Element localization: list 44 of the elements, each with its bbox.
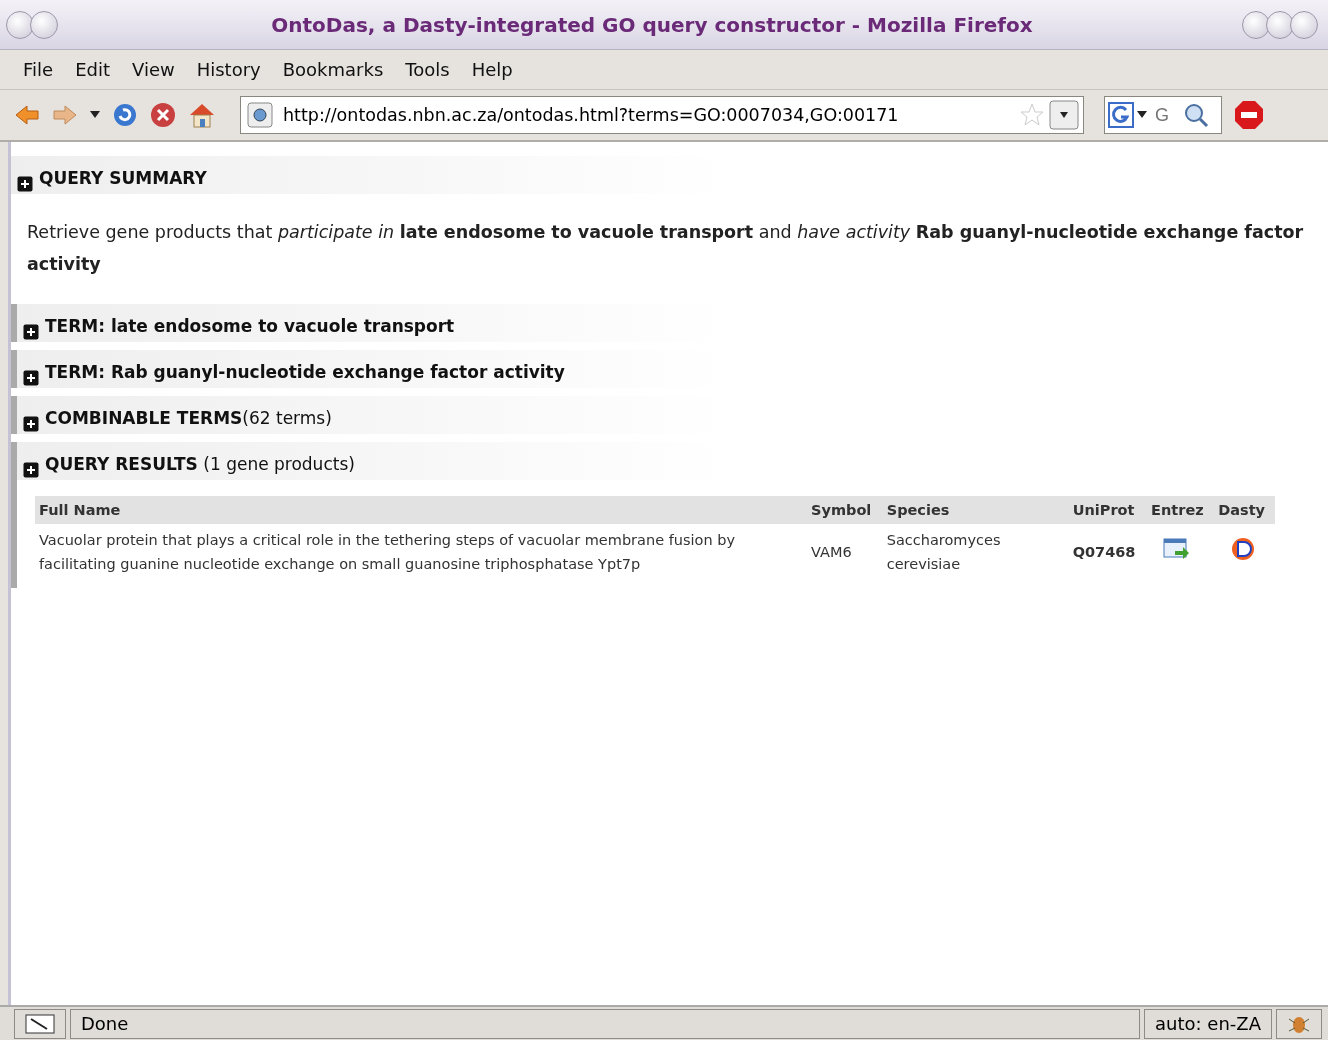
menu-item[interactable]: Tools: [396, 57, 459, 82]
search-engine-icon[interactable]: [1107, 101, 1135, 129]
address-field[interactable]: http://ontodas.nbn.ac.za/ontodas.html?terms=GO:0007034,GO:00171: [240, 96, 1084, 134]
column-header: Entrez: [1147, 496, 1215, 524]
table-cell: Vacuolar protein that plays a critical role in the tethering steps of vacuolar membrane fusion by facilitating guanine nucleotide exchange on small guanosine triphosphatase Ypt7p: [35, 524, 807, 580]
column-header: Species: [882, 496, 1069, 524]
window-title: OntoDas, a Dasty-integrated GO query constructor - Mozilla Firefox: [271, 12, 1033, 37]
expand-icon[interactable]: [23, 324, 39, 340]
expand-icon[interactable]: [23, 462, 39, 478]
column-header: Dasty: [1214, 496, 1275, 524]
section-heading[interactable]: QUERY SUMMARY: [39, 168, 207, 194]
menu-item[interactable]: Edit: [66, 57, 119, 82]
table-cell: VAM6: [807, 524, 883, 580]
locale-indicator: auto: en-ZA: [1144, 1008, 1272, 1039]
page-icon: [247, 102, 273, 128]
dropdown-caret-icon[interactable]: [90, 111, 100, 119]
star-icon[interactable]: [1019, 102, 1045, 128]
dasty-link-icon[interactable]: [1230, 535, 1257, 562]
column-header: Full Name: [35, 496, 807, 524]
menu-item[interactable]: View: [123, 57, 184, 82]
expand-icon[interactable]: [23, 416, 39, 432]
menu-item[interactable]: Bookmarks: [273, 57, 393, 82]
menu-item[interactable]: File: [14, 57, 63, 82]
wand-icon: [25, 1013, 55, 1034]
menu-item[interactable]: Help: [462, 57, 522, 82]
column-header: Symbol: [807, 496, 883, 524]
menu-item[interactable]: History: [187, 57, 270, 82]
expand-icon[interactable]: [23, 370, 39, 386]
home-button[interactable]: [188, 102, 216, 128]
table-cell: Saccharomyces cerevisiae: [882, 524, 1069, 580]
search-icon[interactable]: [1183, 102, 1209, 128]
stop-button[interactable]: [150, 102, 176, 128]
reload-button[interactable]: [112, 102, 138, 128]
status-text: Done: [70, 1008, 1141, 1039]
back-button[interactable]: [14, 104, 40, 126]
query-summary-text: Retrieve gene products that participate in late endosome to vacuole transport and have activity Rab guanyl-nucleotide exchange factor activity: [27, 221, 1305, 276]
adblock-button[interactable]: [1234, 100, 1264, 130]
dropdown-caret-icon[interactable]: [1137, 111, 1147, 119]
dropdown-caret-icon[interactable]: [1049, 100, 1079, 130]
expand-icon[interactable]: [17, 176, 33, 192]
table-cell: Q07468: [1068, 524, 1148, 580]
entrez-link-icon[interactable]: [1163, 535, 1192, 562]
search-field[interactable]: G: [1104, 96, 1222, 134]
column-header: UniProt: [1068, 496, 1148, 524]
